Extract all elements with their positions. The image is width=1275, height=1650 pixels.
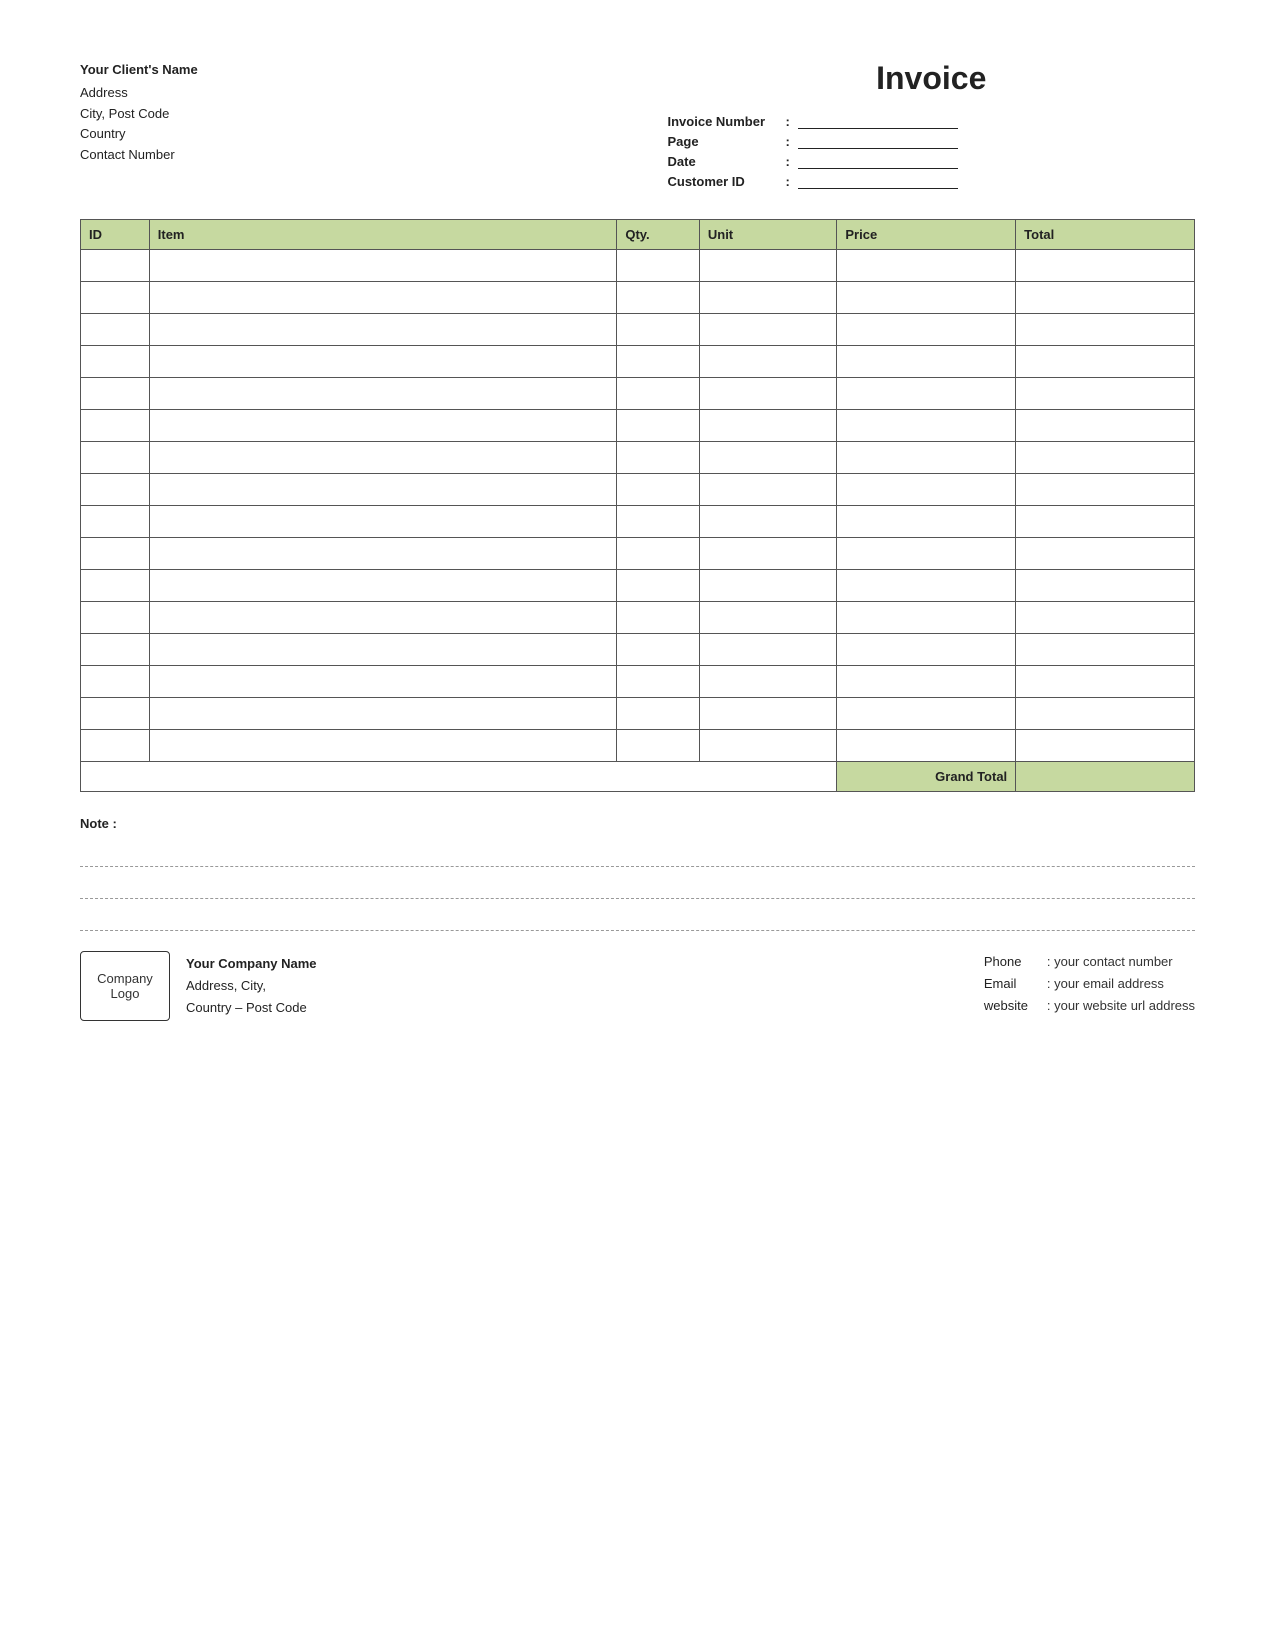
table-row	[81, 314, 1195, 346]
date-line	[798, 153, 958, 169]
client-country: Country	[80, 124, 608, 145]
footer-right: Phone : your contact number Email : your…	[984, 951, 1195, 1017]
footer-phone-value: : your contact number	[1047, 951, 1173, 973]
footer-phone-row: Phone : your contact number	[984, 951, 1195, 973]
invoice-number-line	[798, 113, 958, 129]
footer-email-label: Email	[984, 973, 1039, 995]
date-label: Date	[668, 154, 778, 169]
table-row	[81, 410, 1195, 442]
client-name: Your Client's Name	[80, 60, 608, 81]
customer-id-line	[798, 173, 958, 189]
footer-phone-label: Phone	[984, 951, 1039, 973]
customer-id-label: Customer ID	[668, 174, 778, 189]
col-header-price: Price	[837, 220, 1016, 250]
invoice-number-colon: :	[786, 114, 790, 129]
invoice-number-label: Invoice Number	[668, 114, 778, 129]
table-row	[81, 506, 1195, 538]
footer-website-row: website : your website url address	[984, 995, 1195, 1017]
table-row	[81, 570, 1195, 602]
invoice-meta: Invoice Number : Page : Date : Customer …	[668, 113, 1196, 189]
invoice-title: Invoice	[668, 60, 1196, 97]
invoice-meta-section: Invoice Invoice Number : Page : Date : C…	[608, 60, 1196, 189]
company-info: Your Company Name Address, City, Country…	[186, 953, 317, 1019]
company-name: Your Company Name	[186, 953, 317, 975]
footer-section: CompanyLogo Your Company Name Address, C…	[80, 951, 1195, 1021]
invoice-number-row: Invoice Number :	[668, 113, 1196, 129]
table-row	[81, 442, 1195, 474]
table-row	[81, 378, 1195, 410]
table-row	[81, 666, 1195, 698]
page-label: Page	[668, 134, 778, 149]
table-row	[81, 250, 1195, 282]
company-logo-text: CompanyLogo	[97, 971, 153, 1001]
col-header-total: Total	[1016, 220, 1195, 250]
table-row	[81, 698, 1195, 730]
col-header-id: ID	[81, 220, 150, 250]
client-contact-number: Contact Number	[80, 145, 608, 166]
note-label: Note :	[80, 816, 1195, 831]
grand-total-label: Grand Total	[837, 762, 1016, 792]
table-row	[81, 634, 1195, 666]
table-header-row: ID Item Qty. Unit Price Total	[81, 220, 1195, 250]
footer-email-value: : your email address	[1047, 973, 1164, 995]
table-row	[81, 282, 1195, 314]
note-line-2	[80, 871, 1195, 899]
note-line-3	[80, 903, 1195, 931]
company-logo-box: CompanyLogo	[80, 951, 170, 1021]
page-row: Page :	[668, 133, 1196, 149]
col-header-unit: Unit	[699, 220, 837, 250]
note-lines	[80, 839, 1195, 931]
date-row: Date :	[668, 153, 1196, 169]
note-line-1	[80, 839, 1195, 867]
page-colon: :	[786, 134, 790, 149]
col-header-item: Item	[149, 220, 617, 250]
footer-email-row: Email : your email address	[984, 973, 1195, 995]
footer-website-label: website	[984, 995, 1039, 1017]
table-row	[81, 602, 1195, 634]
footer-website-value: : your website url address	[1047, 995, 1195, 1017]
grand-total-row: Grand Total	[81, 762, 1195, 792]
customer-id-colon: :	[786, 174, 790, 189]
invoice-header-section: Your Client's Name Address City, Post Co…	[80, 60, 1195, 189]
col-header-qty: Qty.	[617, 220, 700, 250]
client-city-postcode: City, Post Code	[80, 104, 608, 125]
table-row	[81, 346, 1195, 378]
table-row	[81, 730, 1195, 762]
table-row	[81, 538, 1195, 570]
note-section: Note :	[80, 816, 1195, 931]
client-info: Your Client's Name Address City, Post Co…	[80, 60, 608, 189]
customer-id-row: Customer ID :	[668, 173, 1196, 189]
page-line	[798, 133, 958, 149]
footer-left: CompanyLogo Your Company Name Address, C…	[80, 951, 317, 1021]
date-colon: :	[786, 154, 790, 169]
table-row	[81, 474, 1195, 506]
invoice-table: ID Item Qty. Unit Price Total Grand Tota…	[80, 219, 1195, 792]
company-address: Address, City,	[186, 975, 317, 997]
company-country-postcode: Country – Post Code	[186, 997, 317, 1019]
grand-total-value	[1016, 762, 1195, 792]
client-address: Address	[80, 83, 608, 104]
